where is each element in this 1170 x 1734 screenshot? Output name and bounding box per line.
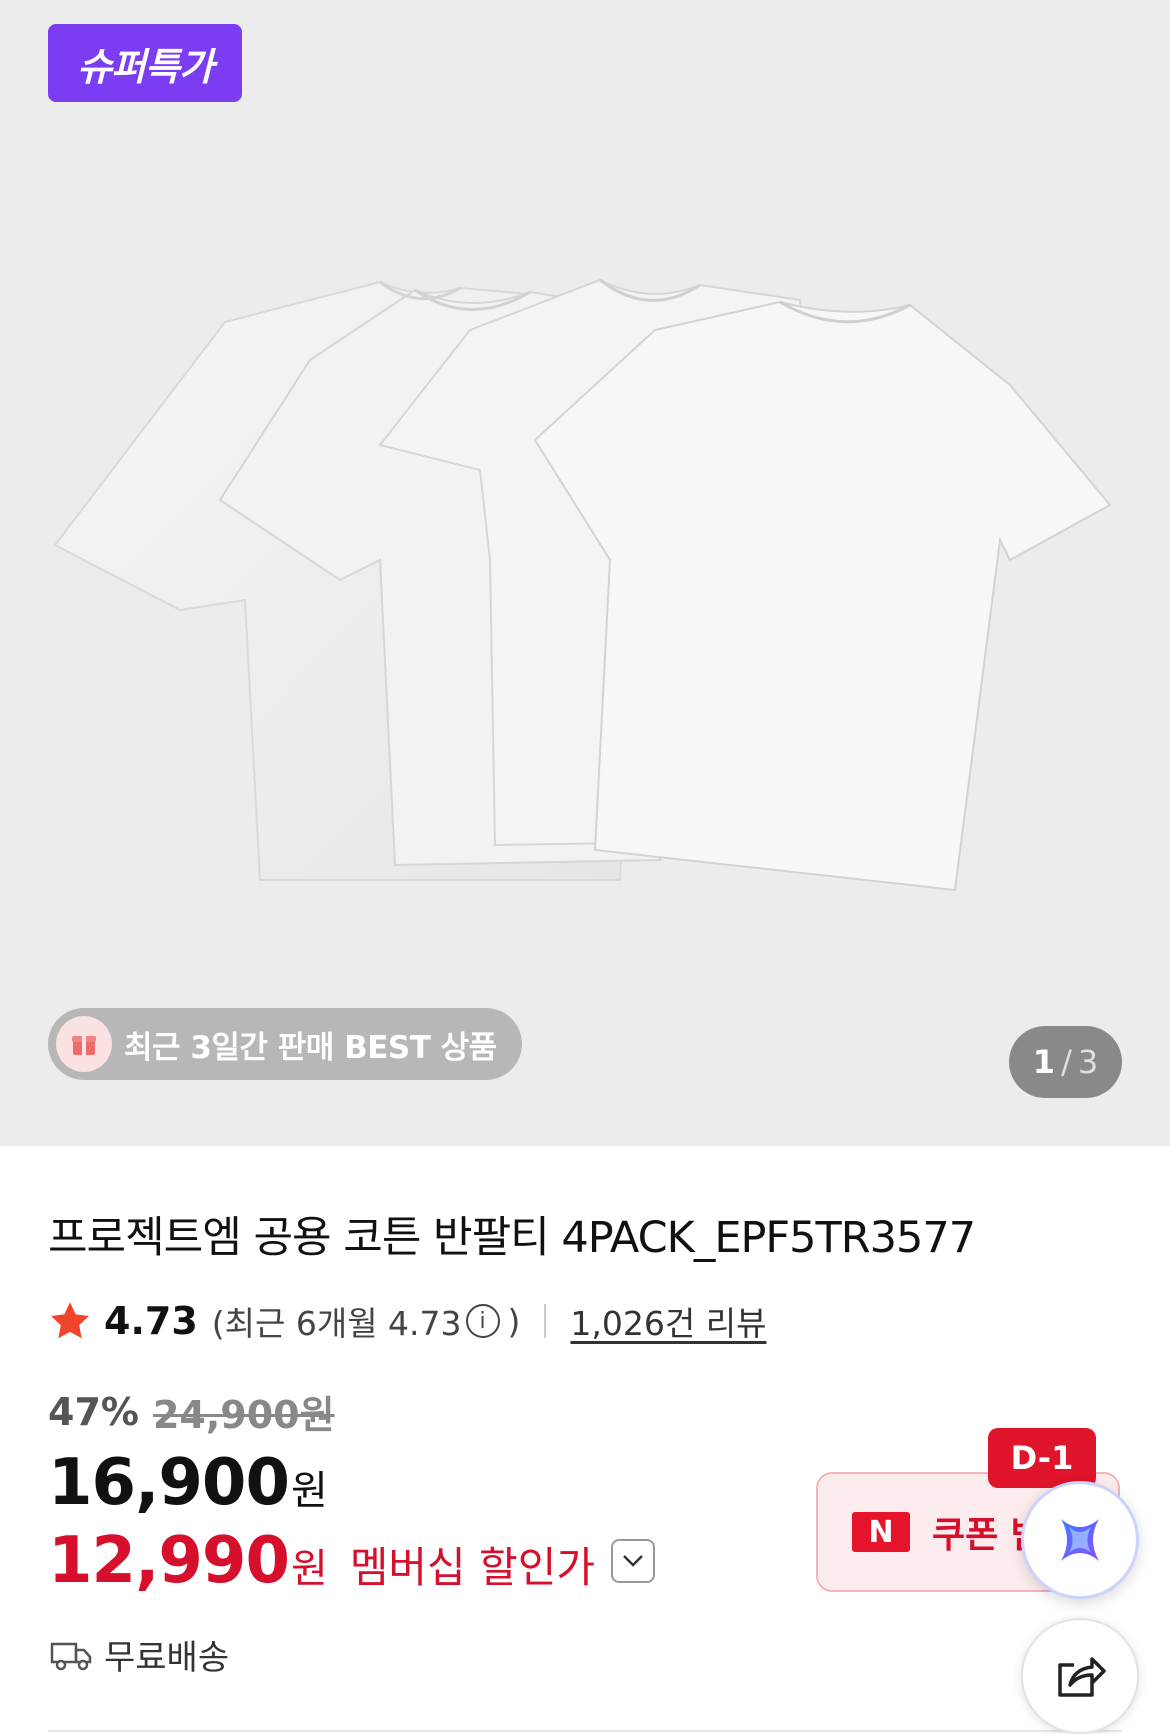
chevron-down-icon[interactable]	[610, 1539, 655, 1583]
image-counter-total: 3	[1077, 1043, 1099, 1081]
image-counter-current: 1	[1032, 1043, 1056, 1081]
discount-rate: 47%	[48, 1389, 139, 1434]
super-deal-badge: 슈퍼특가	[48, 24, 242, 102]
recent-rating: (최근 6개월 4.73 i )	[212, 1297, 521, 1345]
discount-row: 47% 24,900원	[48, 1384, 335, 1439]
share-icon	[1058, 1657, 1106, 1697]
ai-assistant-icon	[1061, 1519, 1099, 1561]
product-title: 프로젝트엠 공용 코튼 반팔티 4PACK_EPF5TR3577	[48, 1213, 976, 1263]
divider	[544, 1304, 547, 1338]
rating-row: 4.73 (최근 6개월 4.73 i ) 1,026건 리뷰	[48, 1296, 766, 1346]
rating-score: 4.73	[104, 1299, 198, 1343]
membership-price: 12,990 원 멤버십 할인가	[48, 1524, 655, 1598]
image-counter-separator: /	[1061, 1043, 1072, 1081]
membership-price-value: 12,990	[48, 1524, 290, 1598]
product-image-gallery[interactable]: 슈퍼특가 최근 3일간 판매 BEST 상품 1 / 3	[0, 0, 1170, 1146]
sale-price: 16,900 원	[48, 1446, 328, 1520]
review-count-link[interactable]: 1,026건 리뷰	[570, 1297, 766, 1345]
truck-icon	[50, 1642, 92, 1670]
membership-price-label: 멤버십 할인가	[349, 1543, 595, 1592]
membership-price-unit: 원	[290, 1546, 328, 1592]
recent-rating-label: (최근 6개월 4.73	[211, 1304, 462, 1343]
gift-icon	[56, 1016, 112, 1072]
product-image	[53, 278, 1112, 892]
best-seller-badge: 최근 3일간 판매 BEST 상품	[48, 1008, 522, 1080]
info-icon[interactable]: i	[465, 1304, 500, 1338]
section-divider	[48, 1730, 1122, 1732]
naver-logo: N	[852, 1512, 910, 1552]
sale-price-value: 16,900	[48, 1446, 290, 1520]
recent-rating-close: )	[507, 1301, 521, 1341]
sale-price-unit: 원	[290, 1468, 328, 1514]
share-button[interactable]	[1021, 1618, 1139, 1734]
best-seller-label: 최근 3일간 판매 BEST 상품	[124, 1029, 497, 1066]
original-price: 24,900원	[152, 1393, 335, 1437]
shipping-info: 무료배송	[50, 1630, 229, 1679]
star-icon	[51, 1302, 89, 1339]
image-counter: 1 / 3	[1009, 1026, 1122, 1098]
dday-badge: D-1	[988, 1428, 1096, 1488]
ai-assistant-button[interactable]	[1021, 1481, 1139, 1599]
shipping-label: 무료배송	[104, 1638, 230, 1678]
